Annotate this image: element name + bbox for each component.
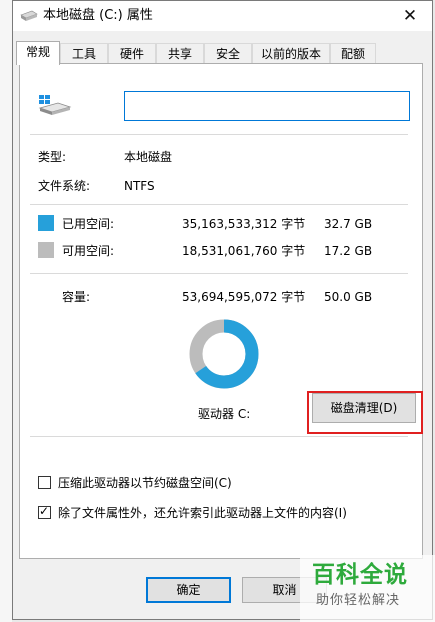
tab-quota[interactable]: 配额 [330, 43, 376, 64]
index-label: 除了文件属性外，还允许索引此驱动器上文件的内容(I) [58, 506, 347, 520]
used-space-label: 已用空间: [62, 217, 115, 231]
free-space-swatch [38, 242, 54, 258]
file-system-value: NTFS [124, 179, 155, 193]
watermark-title: 百科全说 [312, 562, 408, 588]
drive-icon [20, 10, 38, 21]
divider [30, 134, 408, 135]
index-checkbox[interactable]: ✓ [38, 504, 51, 519]
properties-dialog: 本地磁盘 (C:) 属性 ✕ 常规 工具 硬件 共享 安全 以前的版本 配额 类… [12, 0, 433, 620]
tab-general[interactable]: 常规 [16, 41, 60, 65]
check-icon: ✓ [39, 504, 50, 518]
tab-sharing[interactable]: 共享 [156, 43, 204, 64]
divider [30, 204, 408, 205]
highlight-box [307, 391, 423, 434]
capacity-size: 50.0 GB [324, 290, 373, 304]
drive-name-input[interactable] [124, 91, 410, 121]
compress-label: 压缩此驱动器以节约磁盘空间(C) [58, 476, 232, 490]
free-space-bytes: 18,531,061,760 字节 [182, 244, 306, 258]
type-label: 类型: [38, 150, 67, 164]
tab-previous-versions[interactable]: 以前的版本 [252, 43, 330, 64]
compress-checkbox[interactable] [38, 476, 51, 489]
capacity-label: 容量: [62, 290, 91, 304]
tab-hardware[interactable]: 硬件 [108, 43, 156, 64]
local-disk-icon [38, 95, 72, 115]
title-bar: 本地磁盘 (C:) 属性 ✕ [13, 1, 432, 31]
tab-security[interactable]: 安全 [204, 43, 252, 64]
capacity-bytes: 53,694,595,072 字节 [182, 290, 306, 304]
watermark-logo: 百科全说 助你轻松解决 [300, 555, 435, 622]
divider [30, 436, 408, 437]
free-space-size: 17.2 GB [324, 244, 373, 258]
window-title: 本地磁盘 (C:) 属性 [43, 8, 153, 23]
file-system-label: 文件系统: [38, 179, 91, 193]
free-space-label: 可用空间: [62, 244, 115, 258]
ok-button[interactable]: 确定 [146, 577, 231, 603]
background-window-edge [0, 0, 12, 622]
used-space-size: 32.7 GB [324, 217, 373, 231]
divider [30, 273, 408, 274]
disk-usage-donut [189, 319, 259, 389]
type-value: 本地磁盘 [124, 150, 173, 164]
general-panel: 类型: 本地磁盘 文件系统: NTFS 已用空间: 35,163,533,312… [19, 63, 423, 559]
close-button[interactable]: ✕ [390, 1, 430, 31]
tab-tools[interactable]: 工具 [60, 43, 108, 64]
used-space-bytes: 35,163,533,312 字节 [182, 217, 306, 231]
drive-letter-label: 驱动器 C: [198, 407, 251, 421]
watermark-subtitle: 助你轻松解决 [316, 593, 401, 608]
used-space-swatch [38, 215, 54, 231]
